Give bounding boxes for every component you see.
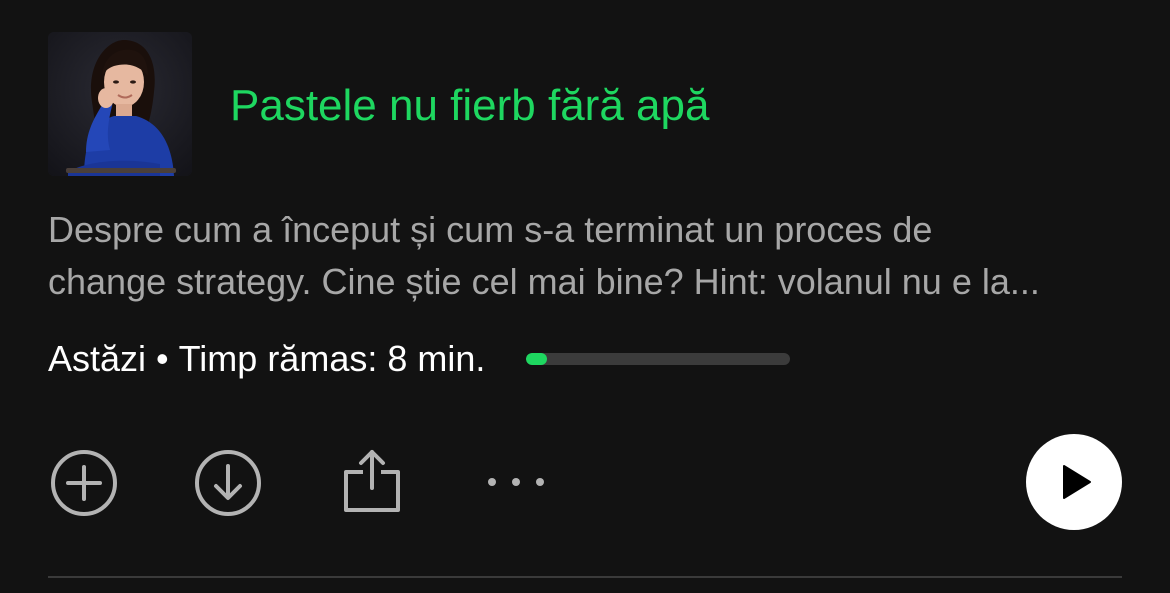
download-circle-icon	[195, 450, 261, 516]
time-remaining: Timp rămas: 8 min.	[178, 338, 486, 379]
divider	[48, 576, 1122, 578]
play-icon	[1063, 465, 1091, 499]
playback-progress-bar	[526, 353, 790, 365]
description-line-1: Despre cum a început și cum s-a terminat…	[48, 209, 933, 250]
more-dots-icon	[488, 478, 544, 486]
episode-card[interactable]: Pastele nu fierb fără apă Despre cum a î…	[0, 0, 1170, 593]
meta-separator: •	[156, 338, 169, 379]
download-button[interactable]	[193, 448, 263, 518]
plus-circle-icon	[51, 450, 117, 516]
episode-cover-image[interactable]	[48, 32, 192, 176]
playback-progress-fill	[526, 353, 548, 365]
add-to-library-button[interactable]	[49, 448, 119, 518]
release-date: Astăzi	[48, 338, 147, 379]
description-line-2: change strategy. Cine știe cel mai bine?…	[48, 261, 1040, 302]
more-options-button[interactable]	[481, 448, 551, 518]
share-icon	[344, 450, 400, 512]
episode-meta: Astăzi • Timp rămas: 8 min.	[48, 336, 485, 382]
episode-description[interactable]: Despre cum a început și cum s-a terminat…	[48, 204, 1128, 308]
share-button[interactable]	[337, 448, 407, 518]
episode-title[interactable]: Pastele nu fierb fără apă	[230, 78, 709, 134]
portrait-image	[48, 32, 192, 176]
play-button[interactable]	[1026, 434, 1122, 530]
